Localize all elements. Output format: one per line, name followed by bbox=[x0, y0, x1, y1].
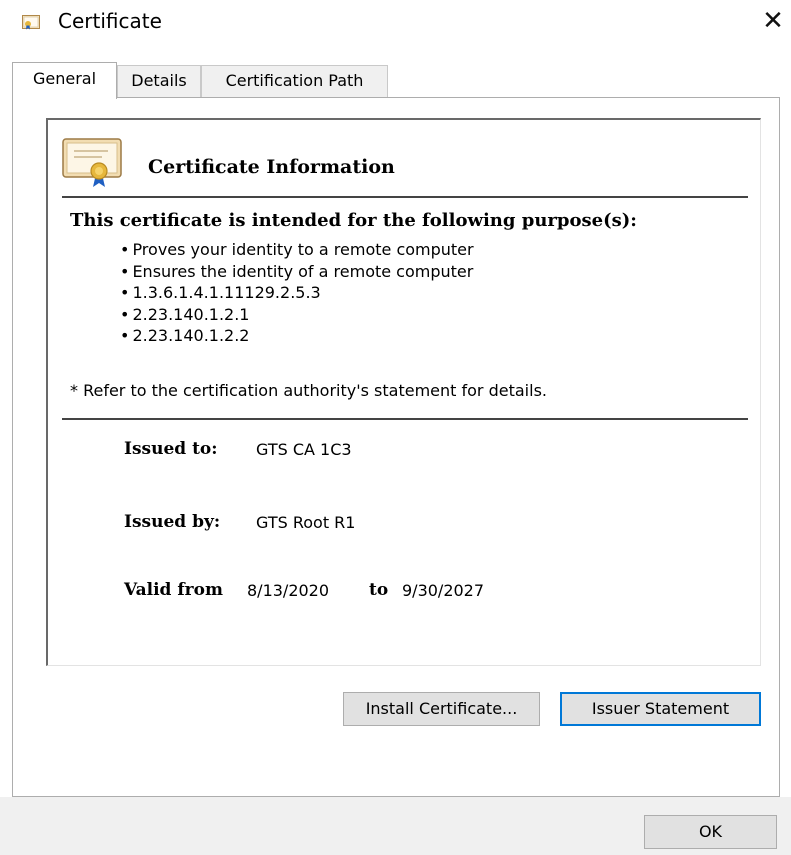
divider bbox=[62, 418, 748, 420]
purpose-item: 2.23.140.1.2.1 bbox=[120, 304, 474, 326]
purpose-heading: This certificate is intended for the fol… bbox=[70, 210, 637, 231]
purpose-item: Ensures the identity of a remote compute… bbox=[120, 261, 474, 283]
purpose-item: Proves your identity to a remote compute… bbox=[120, 239, 473, 261]
issued-by-label: Issued by: bbox=[124, 512, 221, 532]
dialog-footer: OK bbox=[0, 797, 791, 855]
certificate-icon bbox=[22, 15, 40, 30]
certificate-icon bbox=[62, 138, 124, 188]
valid-from-value: 8/13/2020 bbox=[247, 581, 330, 600]
purpose-list: Proves your identity to a remote compute… bbox=[120, 239, 474, 347]
divider bbox=[62, 196, 748, 198]
tab-general[interactable]: General bbox=[12, 62, 117, 99]
title-bar: Certificate ✕ bbox=[0, 0, 791, 46]
certificate-info-box: Certificate Information This certificate… bbox=[46, 118, 761, 666]
purpose-item: 1.3.6.1.4.1.11129.2.5.3 bbox=[120, 282, 474, 304]
install-certificate-button[interactable]: Install Certificate... bbox=[343, 692, 540, 726]
valid-to-label: to bbox=[369, 580, 389, 600]
tab-certification-path[interactable]: Certification Path bbox=[201, 65, 388, 97]
window-title: Certificate bbox=[58, 9, 162, 33]
certificate-information-heading: Certificate Information bbox=[148, 156, 395, 178]
ok-button[interactable]: OK bbox=[644, 815, 777, 849]
authority-note: * Refer to the certification authority's… bbox=[70, 381, 547, 400]
purpose-item: 2.23.140.1.2.2 bbox=[120, 325, 474, 347]
issuer-statement-button[interactable]: Issuer Statement bbox=[560, 692, 761, 726]
issued-to-value: GTS CA 1C3 bbox=[256, 440, 352, 459]
issued-by-value: GTS Root R1 bbox=[256, 513, 356, 532]
close-icon[interactable]: ✕ bbox=[755, 4, 791, 40]
valid-to-value: 9/30/2027 bbox=[402, 581, 485, 600]
issued-to-label: Issued to: bbox=[124, 439, 218, 459]
tab-details[interactable]: Details bbox=[117, 65, 201, 97]
valid-from-label: Valid from bbox=[124, 580, 223, 600]
